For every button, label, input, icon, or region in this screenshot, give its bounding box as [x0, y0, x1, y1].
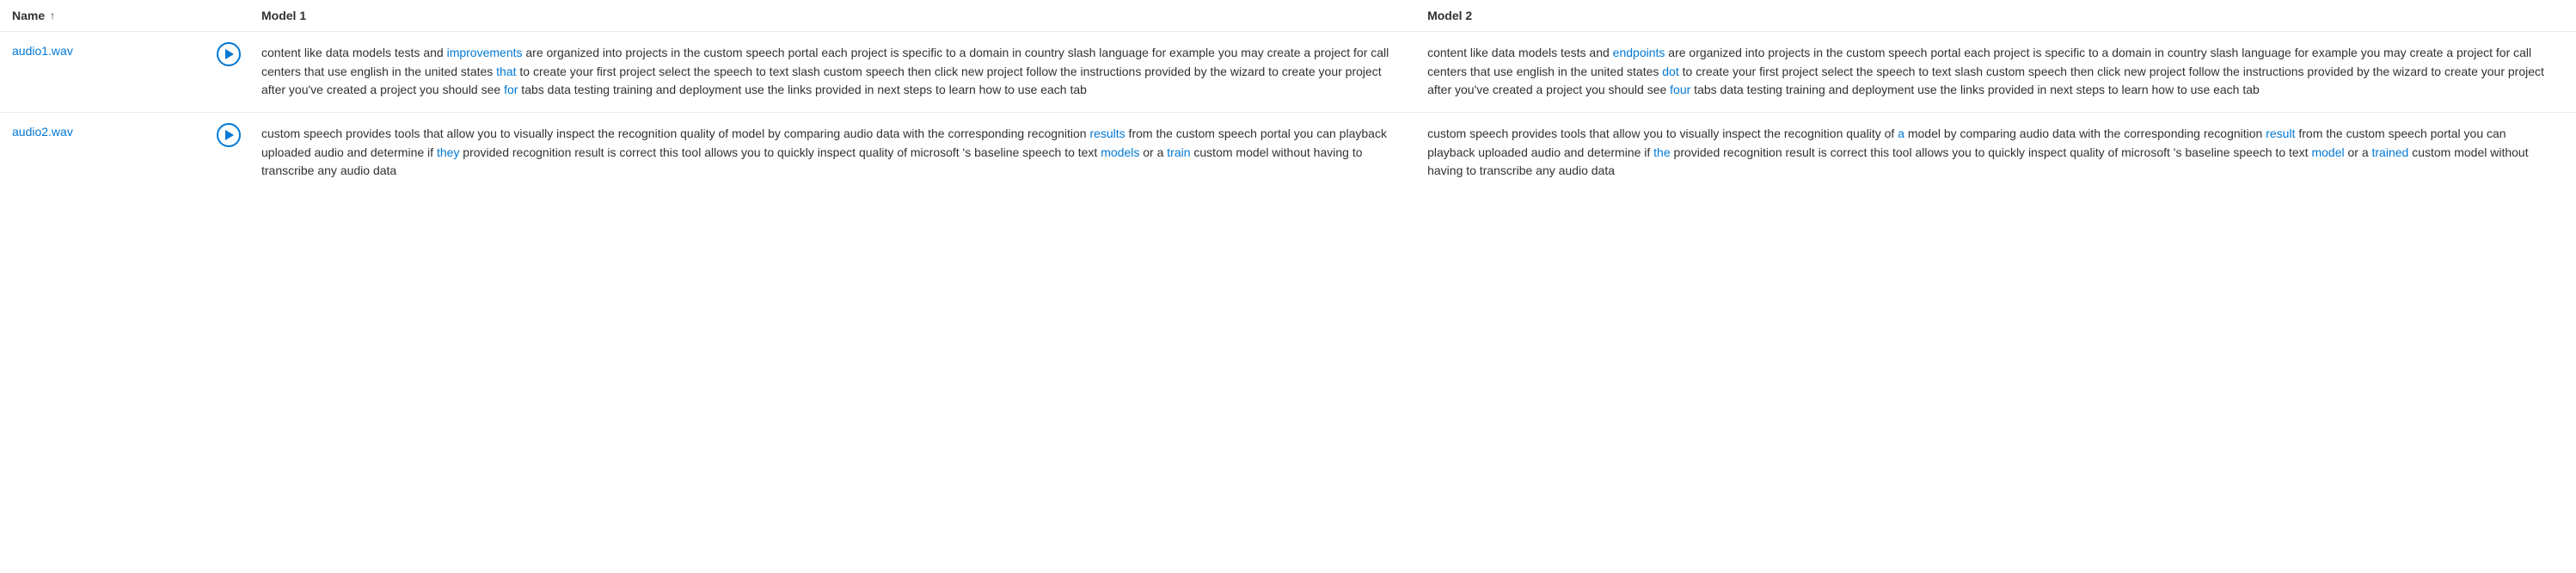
play-cell	[206, 113, 251, 194]
diff-word: four	[1670, 83, 1690, 96]
model1-cell: custom speech provides tools that allow …	[251, 113, 1417, 194]
diff-word: trained	[2372, 145, 2409, 159]
diff-word: models	[1101, 145, 1139, 159]
diff-word: train	[1167, 145, 1190, 159]
play-cell	[206, 32, 251, 113]
transcript-text: content like data models tests and	[261, 46, 447, 59]
diff-word: model	[2311, 145, 2344, 159]
column-header-model2-label: Model 2	[1427, 9, 1472, 22]
filename-link[interactable]: audio2.wav	[12, 125, 73, 139]
play-button[interactable]	[217, 42, 241, 66]
column-header-model1-label: Model 1	[261, 9, 306, 22]
model2-transcript: custom speech provides tools that allow …	[1427, 125, 2555, 181]
table-row: audio2.wav custom speech provides tools t…	[0, 113, 2576, 194]
transcript-text: provided recognition result is correct t…	[459, 145, 1101, 159]
model2-cell: custom speech provides tools that allow …	[1417, 113, 2576, 194]
transcript-text: tabs data testing training and deploymen…	[518, 83, 1087, 96]
model1-cell: content like data models tests and impro…	[251, 32, 1417, 113]
transcript-text: model by comparing audio data with the c…	[1904, 126, 2266, 140]
diff-word: result	[2266, 126, 2295, 140]
transcript-text: content like data models tests and	[1427, 46, 1613, 59]
play-icon	[224, 130, 235, 140]
diff-word: a	[1898, 126, 1904, 140]
table-row: audio1.wav content like data models tests…	[0, 32, 2576, 113]
diff-word: improvements	[447, 46, 523, 59]
filename-link[interactable]: audio1.wav	[12, 44, 73, 58]
diff-word: endpoints	[1613, 46, 1665, 59]
transcript-text: tabs data testing training and deploymen…	[1690, 83, 2260, 96]
model2-transcript: content like data models tests and endpo…	[1427, 44, 2555, 100]
transcript-text: provided recognition result is correct t…	[1671, 145, 2312, 159]
sort-ascending-icon: ↑	[50, 9, 55, 22]
transcript-text: custom speech provides tools that allow …	[1427, 126, 1898, 140]
column-header-model1[interactable]: Model 1	[251, 0, 1417, 32]
transcript-text: or a	[1139, 145, 1167, 159]
column-header-name-label: Name	[12, 9, 45, 22]
transcript-text: custom speech provides tools that allow …	[261, 126, 1089, 140]
column-header-name[interactable]: Name ↑	[0, 0, 206, 32]
transcript-text: or a	[2345, 145, 2372, 159]
table-header-row: Name ↑ Model 1 Model 2	[0, 0, 2576, 32]
play-button[interactable]	[217, 123, 241, 147]
filename-cell: audio2.wav	[0, 113, 206, 194]
column-header-model2[interactable]: Model 2	[1417, 0, 2576, 32]
diff-word: dot	[1662, 65, 1678, 78]
model2-cell: content like data models tests and endpo…	[1417, 32, 2576, 113]
comparison-table: Name ↑ Model 1 Model 2 audio1.wav content…	[0, 0, 2576, 193]
diff-word: they	[437, 145, 459, 159]
model1-transcript: custom speech provides tools that allow …	[261, 125, 1396, 181]
column-header-play	[206, 0, 251, 32]
diff-word: results	[1089, 126, 1125, 140]
filename-cell: audio1.wav	[0, 32, 206, 113]
play-icon	[224, 49, 235, 59]
model1-transcript: content like data models tests and impro…	[261, 44, 1396, 100]
diff-word: the	[1653, 145, 1670, 159]
diff-word: for	[504, 83, 518, 96]
diff-word: that	[496, 65, 516, 78]
